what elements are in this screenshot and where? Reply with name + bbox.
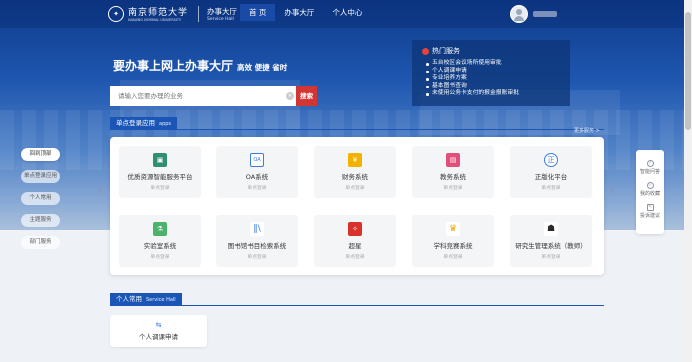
app-card[interactable]: ✧ 超星 单点登录: [314, 215, 396, 267]
app-card[interactable]: ‖\ 图书馆书目检索系统 单点登录: [216, 215, 298, 267]
search-bar: ✕ 搜索: [110, 86, 317, 106]
app-card[interactable]: ♛ 学科竞赛系统 单点登录: [412, 215, 494, 267]
more-services-link[interactable]: 更多服务 >: [574, 127, 600, 134]
university-logo[interactable]: ✦ 南京师范大学 NANJING NORMAL UNIVERSITY 办事大厅 …: [108, 5, 237, 22]
right-floating-bar: ? 智能问答 ☆ 我的收藏 ✎ 投诉建议: [636, 150, 664, 234]
left-floating-nav: 回到顶部 单点登录应用 个人常用 主题服务 部门服务: [21, 148, 60, 258]
leftnav-departments[interactable]: 部门服务: [21, 236, 60, 249]
leftnav-sso-apps[interactable]: 单点登录应用: [21, 170, 60, 183]
graduate-icon: ☗: [544, 222, 558, 236]
feedback-button[interactable]: ✎ 投诉建议: [636, 204, 664, 226]
printer-icon: ▤: [446, 153, 460, 167]
leftnav-back-to-top[interactable]: 回到顶部: [21, 148, 60, 161]
leftnav-personal[interactable]: 个人常用: [21, 192, 60, 205]
app-sub: 单点登录: [247, 255, 267, 260]
university-seal-icon: ✦: [108, 5, 124, 22]
nav-home[interactable]: 首 页: [240, 4, 276, 21]
app-sub: 单点登录: [541, 186, 561, 191]
sso-section-en: apps: [159, 121, 172, 127]
license-icon: 正: [544, 153, 558, 167]
app-card[interactable]: ⚗ 实验室系统 单点登录: [119, 215, 201, 267]
app-card[interactable]: ▤ 教务系统 单点登录: [412, 146, 494, 198]
section-divider: [110, 305, 604, 306]
hero-headline: 要办事上网上办事大厅 高效 便捷 省时: [113, 57, 287, 74]
feedback-icon: ✎: [646, 204, 654, 211]
question-icon: ?: [646, 160, 654, 167]
search-input[interactable]: [110, 86, 296, 106]
section-divider: [110, 129, 604, 130]
chaoxing-icon: ✧: [348, 222, 362, 236]
app-name: 实验室系统: [143, 242, 177, 250]
app-sub: 单点登录: [541, 255, 561, 260]
app-name: 优质资源智能服务平台: [127, 173, 193, 181]
hot-service-item[interactable]: 五台校区会议场所使用审批: [426, 60, 560, 68]
hot-service-item[interactable]: 未使用公务卡支付的报金报账审批: [426, 90, 560, 98]
app-sub: 单点登录: [443, 186, 463, 191]
app-card[interactable]: OA OA系统 单点登录: [216, 146, 298, 198]
rb-label: 我的收藏: [639, 191, 660, 197]
finance-icon: ¥: [348, 153, 362, 167]
school-name: 南京师范大学: [128, 8, 189, 18]
app-name: OA系统: [245, 173, 269, 181]
school-name-en: NANJING NORMAL UNIVERSITY: [128, 18, 182, 22]
hot-services-title: 热门服务: [432, 47, 460, 55]
app-sub: 单点登录: [345, 255, 365, 260]
page-scrollbar[interactable]: [684, 0, 692, 362]
app-card[interactable]: 正 正版化平台 单点登录: [510, 146, 592, 198]
personal-item-name: 个人调课申请: [139, 333, 178, 341]
app-card[interactable]: ¥ 财务系统 单点登录: [314, 146, 396, 198]
favorites-button[interactable]: ☆ 我的收藏: [636, 182, 664, 204]
smart-qa-button[interactable]: ? 智能问答: [636, 160, 664, 182]
personal-section-en: Service Hall: [146, 297, 176, 303]
lab-icon: ⚗: [153, 222, 167, 236]
oa-icon: OA: [250, 153, 264, 167]
app-name: 研究生管理系统（教师）: [515, 242, 587, 250]
hot-service-item[interactable]: 专业培养方案: [426, 75, 560, 83]
app-name: 图书馆书目检索系统: [227, 242, 287, 250]
leftnav-topics[interactable]: 主题服务: [21, 214, 60, 227]
logo-divider: [198, 5, 200, 22]
fire-icon: [422, 47, 429, 55]
service-hall-title-en: Service Hall: [207, 16, 234, 22]
top-bar: ✦ 南京师范大学 NANJING NORMAL UNIVERSITY 办事大厅 …: [0, 0, 692, 28]
app-name: 正版化平台: [534, 173, 568, 181]
app-name: 财务系统: [342, 173, 368, 181]
scrollbar-thumb[interactable]: [685, 12, 691, 130]
app-sub: 单点登录: [150, 255, 170, 260]
sso-section-title: 单点登录应用: [116, 119, 155, 127]
app-sub: 单点登录: [247, 186, 267, 191]
service-hall-title: 办事大厅: [207, 6, 238, 16]
app-sub: 单点登录: [345, 186, 365, 191]
app-sub: 单点登录: [150, 186, 170, 191]
swap-icon: ⇆: [155, 321, 162, 329]
app-name: 教务系统: [440, 173, 466, 181]
app-card[interactable]: ▣ 优质资源智能服务平台 单点登录: [119, 146, 201, 198]
rb-label: 投诉建议: [639, 213, 660, 219]
hot-services-box: 热门服务 五台校区会议场所使用审批 个人调课申请 专业培养方案 基本图书查询 未…: [412, 40, 570, 106]
user-avatar[interactable]: [510, 5, 528, 23]
trophy-icon: ♛: [446, 222, 460, 236]
resource-icon: ▣: [153, 153, 167, 167]
app-sub: 单点登录: [443, 255, 463, 260]
app-name: 学科竞赛系统: [433, 242, 473, 250]
main-nav: 首 页 办事大厅 个人中心: [240, 4, 371, 21]
rb-label: 智能问答: [639, 169, 660, 175]
app-card[interactable]: ☗ 研究生管理系统（教师） 单点登录: [510, 215, 592, 267]
library-icon: ‖\: [250, 222, 264, 236]
carousel-next-icon[interactable]: ›: [609, 183, 615, 199]
carousel-prev-icon[interactable]: ‹: [98, 183, 104, 199]
clear-icon[interactable]: ✕: [286, 92, 294, 100]
nav-service-hall[interactable]: 办事大厅: [275, 4, 323, 21]
username-blurred[interactable]: [533, 11, 557, 17]
personal-item-card[interactable]: ⇆ 个人调课申请: [110, 315, 207, 347]
app-name: 超星: [348, 242, 362, 250]
nav-personal-center[interactable]: 个人中心: [323, 4, 371, 21]
headline-text: 要办事上网上办事大厅: [113, 59, 234, 73]
search-button[interactable]: 搜索: [296, 86, 317, 106]
star-icon: ☆: [646, 182, 654, 189]
personal-section-title: 个人常用: [116, 295, 142, 303]
headline-tagline: 高效 便捷 省时: [237, 63, 288, 72]
